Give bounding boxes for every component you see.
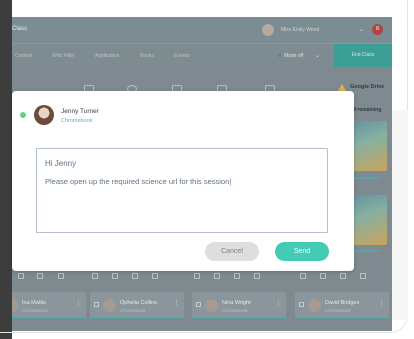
page-background-panel (392, 110, 408, 320)
recipient-device: Chromebook (61, 118, 93, 124)
message-icon[interactable] (360, 273, 366, 279)
screen-icon[interactable] (37, 273, 43, 279)
message-body: Please open up the required science url … (45, 177, 232, 186)
recipient-name: Jenny Turner (61, 108, 99, 115)
student-name: David Bridges (325, 300, 360, 306)
tab-events[interactable]: Events (174, 53, 189, 59)
lock-icon[interactable] (300, 273, 306, 279)
tab-content[interactable]: Content (15, 53, 33, 59)
teacher-name[interactable]: Miss Emily Wood (281, 27, 319, 33)
more-options-icon[interactable]: ⋮ (75, 299, 82, 307)
eye-icon[interactable] (112, 273, 118, 279)
message-icon[interactable] (152, 273, 158, 279)
student-device: Chromebook (120, 308, 146, 313)
end-class-button[interactable]: End Class (334, 44, 392, 67)
eye-icon[interactable] (214, 273, 220, 279)
message-textarea[interactable]: Hi Jenny Please open up the required sci… (36, 148, 328, 233)
cancel-button[interactable]: Cancel (205, 242, 259, 261)
card-progress (192, 318, 286, 320)
more-options-icon[interactable]: ⋮ (378, 299, 385, 307)
student-card[interactable]: Ina Mattis Chromebook ⋮ (12, 292, 86, 320)
avatar (308, 299, 321, 312)
mode-select[interactable]: Mode off (284, 53, 303, 59)
drive-title: Google Drive (350, 84, 385, 90)
student-device: Chromebook (22, 308, 48, 313)
student-checkbox[interactable] (94, 302, 99, 307)
lock-icon[interactable] (194, 273, 200, 279)
teacher-avatar[interactable] (262, 24, 274, 36)
lock-icon[interactable] (18, 273, 24, 279)
student-checkbox[interactable] (299, 302, 304, 307)
lock-icon[interactable] (92, 273, 98, 279)
eye-icon[interactable] (320, 273, 326, 279)
tabs-bar: Content Web Filter Application Books Eve… (12, 43, 392, 67)
screen-icon[interactable] (340, 273, 346, 279)
page-title: Class (12, 26, 28, 32)
student-checkbox[interactable] (196, 302, 201, 307)
tab-application[interactable]: Application (95, 53, 119, 59)
student-name: Ophelia Collins (120, 300, 157, 306)
student-device: Chromebook (222, 308, 248, 313)
avatar (205, 299, 218, 312)
google-drive-icon (338, 84, 346, 91)
chevron-down-icon[interactable]: ⌄ (315, 52, 320, 59)
send-button[interactable]: Send (275, 242, 329, 261)
student-card[interactable]: Ophelia Collins Chromebook ⋮ (90, 292, 184, 320)
tab-web-filter[interactable]: Web Filter (52, 53, 75, 59)
avatar (12, 299, 18, 312)
card-icon-row (12, 273, 392, 283)
more-options-icon[interactable]: ⋮ (173, 299, 180, 307)
mode-indicator-icon (278, 54, 281, 57)
recipient-avatar (34, 105, 54, 125)
app-header: Class Miss Emily Wood ⌄ 8 (12, 17, 392, 43)
online-status-icon (20, 112, 26, 118)
chevron-down-icon[interactable]: ⌄ (359, 26, 364, 33)
student-card[interactable]: Nina Wright Chromebook ⋮ (192, 292, 286, 320)
card-progress (12, 318, 86, 320)
card-progress (90, 318, 184, 320)
tab-books[interactable]: Books (140, 53, 154, 59)
student-name: Nina Wright (222, 300, 251, 306)
notification-badge[interactable]: 8 (372, 24, 383, 35)
student-card[interactable]: David Bridges Chromebook ⋮ (295, 292, 389, 320)
more-options-icon[interactable]: ⋮ (275, 299, 282, 307)
message-icon[interactable] (254, 273, 260, 279)
screen-icon[interactable] (132, 273, 138, 279)
message-dialog: Jenny Turner Chromebook Hi Jenny Please … (12, 91, 354, 271)
avatar (103, 299, 116, 312)
message-icon[interactable] (58, 273, 64, 279)
screen-icon[interactable] (234, 273, 240, 279)
student-device: Chromebook (325, 308, 351, 313)
student-name: Ina Mattis (22, 300, 46, 306)
message-greeting: Hi Jenny (45, 159, 77, 168)
card-progress (295, 318, 389, 320)
